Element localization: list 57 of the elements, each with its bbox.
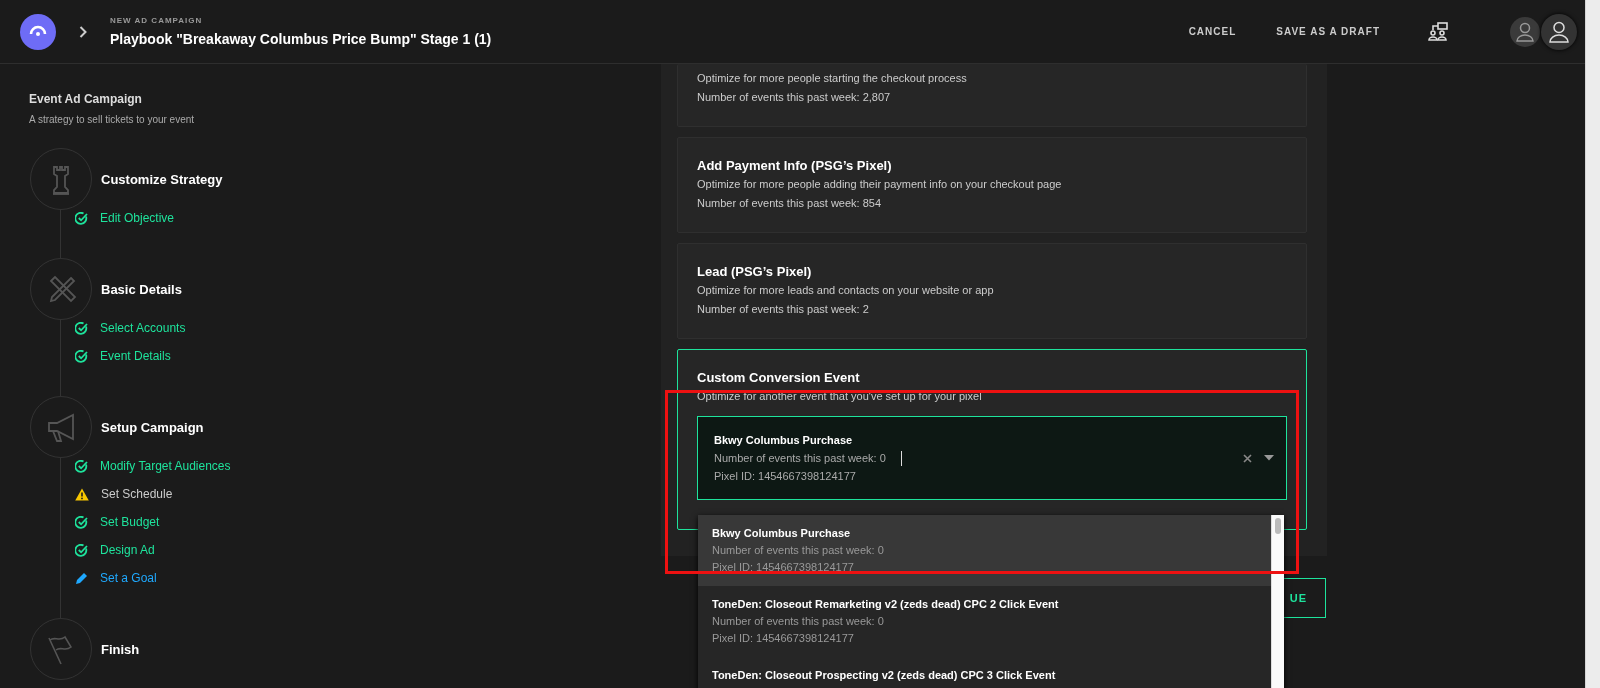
logo-icon [20, 13, 56, 50]
person-icon [1549, 20, 1569, 43]
event-select[interactable]: Bkwy Columbus Purchase Number of events this past week: 0 Pixel ID: 1454667398124177 [697, 416, 1287, 500]
text-cursor [900, 450, 902, 466]
step-link[interactable]: Modify Target Audiences [100, 459, 231, 473]
dropdown-option[interactable]: ToneDen: Closeout Remarketing v2 (zeds dead) CPC 2 Click Event Number of events this past week: 0 Pixel ID: 1454667398124177 [698, 586, 1271, 657]
option-description: Optimize for more people adding their payment info on your checkout page [697, 177, 1063, 192]
save-draft-button[interactable]: SAVE AS A DRAFT [1276, 20, 1380, 43]
option-pixel: Pixel ID: 1454667398124177 [712, 560, 855, 575]
event-count: Number of events this past week: 2 [697, 302, 870, 317]
step-link[interactable]: Event Details [100, 349, 171, 363]
option-count: Number of events this past week: 0 [712, 543, 885, 558]
step-title: Setup Campaign [101, 419, 204, 435]
person-icon [1516, 21, 1534, 42]
step-link[interactable]: Edit Objective [100, 211, 175, 225]
close-icon [1243, 453, 1252, 463]
user-avatar[interactable] [1510, 16, 1540, 47]
org-chart-icon [1428, 21, 1448, 42]
event-count: Number of events this past week: 2,807 [697, 90, 892, 105]
option-card[interactable]: Lead (PSG’s Pixel) Optimize for more leads and contacts on your website or app Number of events this past week: 2 [677, 243, 1307, 339]
selected-event-pixel: Pixel ID: 1454667398124177 [714, 469, 857, 484]
option-name: ToneDen: Closeout Remarketing v2 (zeds dead) CPC 2 Click Event [712, 597, 1060, 612]
user-avatar[interactable] [1541, 13, 1577, 50]
event-count: Number of events this past week: 854 [697, 196, 883, 211]
step-title: Customize Strategy [101, 171, 223, 187]
step-link[interactable]: Set Schedule [101, 487, 173, 501]
selected-event-name: Bkwy Columbus Purchase [714, 433, 854, 448]
option-title: Custom Conversion Event [697, 369, 861, 387]
option-title: Lead (PSG’s Pixel) [697, 263, 813, 281]
option-card[interactable]: Add Payment Info (PSG’s Pixel) Optimize for more people adding their payment info on your checkout page Number of events this past week: 854 [677, 137, 1307, 233]
option-description: Optimize for more leads and contacts on your website or app [697, 283, 995, 298]
step-title: Finish [101, 641, 140, 657]
option-card[interactable]: Optimize for more people starting the checkout process Number of events this past week: 2,807 [677, 64, 1307, 127]
dropdown-option[interactable]: ToneDen: Closeout Prospecting v2 (zeds dead) CPC 3 Click Event [698, 657, 1271, 688]
page-title: Playbook "Breakaway Columbus Price Bump" Stage 1 (1) [110, 31, 492, 47]
megaphone-icon [45, 411, 77, 443]
cancel-button[interactable]: CANCEL [1188, 20, 1237, 43]
page-eyebrow: NEW AD CAMPAIGN [110, 16, 204, 25]
step-link[interactable]: Design Ad [100, 543, 155, 557]
caret-down-icon [1264, 455, 1274, 461]
option-pixel: Pixel ID: 1454667398124177 [712, 631, 855, 646]
campaign-title: Event Ad Campaign [29, 92, 143, 106]
option-count: Number of events this past week: 0 [712, 614, 885, 629]
step-link[interactable]: Set a Goal [100, 571, 157, 585]
option-description: Optimize for more people starting the checkout process [697, 71, 968, 86]
option-name: ToneDen: Closeout Prospecting v2 (zeds dead) CPC 3 Click Event [712, 668, 1057, 683]
clear-button[interactable] [1241, 451, 1254, 465]
dropdown-option[interactable]: Bkwy Columbus Purchase Number of events this past week: 0 Pixel ID: 1454667398124177 [698, 515, 1271, 586]
step-link[interactable]: Select Accounts [100, 321, 186, 335]
chevron-right-icon [79, 25, 87, 38]
org-chart-button[interactable] [1428, 21, 1448, 42]
scrollbar-thumb[interactable] [1275, 518, 1281, 534]
step-title: Basic Details [101, 281, 182, 297]
option-title: Add Payment Info (PSG’s Pixel) [697, 157, 893, 175]
selected-event-count: Number of events this past week: 0 [714, 451, 886, 466]
campaign-subtitle: A strategy to sell tickets to your event [29, 114, 196, 125]
step-link[interactable]: Set Budget [100, 515, 160, 529]
